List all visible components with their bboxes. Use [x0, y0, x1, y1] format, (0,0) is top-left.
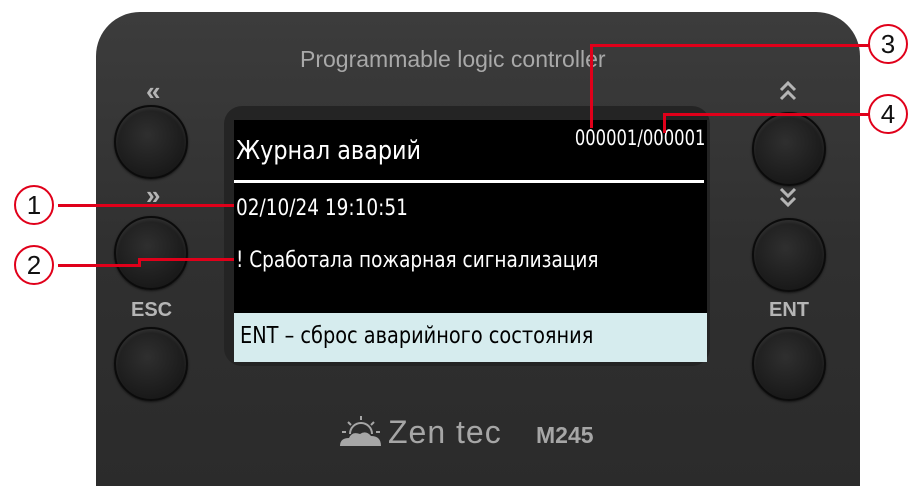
- callout-3: 3: [868, 24, 908, 64]
- alarm-message: ! Сработала пожарная сигнализация: [236, 248, 599, 273]
- callout-2-leader-c: [138, 258, 234, 261]
- record-counter: 000001/000001: [574, 126, 705, 150]
- esc-button[interactable]: [114, 327, 188, 401]
- callout-3-leader-v: [590, 44, 593, 128]
- callout-1: 1: [14, 185, 54, 225]
- alarm-datetime: 02/10/24 19:10:51: [236, 196, 408, 221]
- brand-name: Zen tec: [388, 414, 502, 450]
- esc-button-label: ESC: [131, 299, 173, 321]
- double-up-icon: [779, 80, 797, 101]
- double-down-icon: [779, 187, 797, 208]
- double-right-button[interactable]: [114, 216, 188, 290]
- double-left-icon: «: [146, 76, 161, 106]
- lcd-screen: Журнал аварий 000001/000001 02/10/24 19:…: [234, 120, 707, 362]
- device-title: Programmable logic controller: [300, 46, 606, 72]
- double-left-button[interactable]: [114, 105, 188, 179]
- callout-2: 2: [14, 245, 54, 285]
- double-up-button[interactable]: [752, 112, 826, 186]
- callout-2-leader-a: [58, 264, 140, 267]
- lcd-footer: ENT – сброс аварийного состояния: [234, 313, 707, 362]
- screen-title: Журнал аварий: [236, 136, 422, 166]
- callout-1-leader: [58, 204, 234, 207]
- callout-4-leader-v: [663, 113, 666, 133]
- brand-logo: Zen tec M245: [336, 412, 636, 452]
- footer-hint: ENT – сброс аварийного состояния: [240, 323, 594, 349]
- ent-button-label: ENT: [769, 299, 809, 321]
- callout-4-leader-h: [663, 113, 873, 116]
- lcd-header: Журнал аварий 000001/000001: [234, 120, 707, 176]
- sun-cloud-icon: [340, 416, 381, 446]
- model-name: M245: [536, 422, 594, 448]
- callout-3-leader-h: [590, 44, 872, 47]
- header-divider: [234, 180, 704, 183]
- callout-4: 4: [868, 94, 908, 134]
- ent-button[interactable]: [752, 327, 826, 401]
- double-down-button[interactable]: [752, 218, 826, 292]
